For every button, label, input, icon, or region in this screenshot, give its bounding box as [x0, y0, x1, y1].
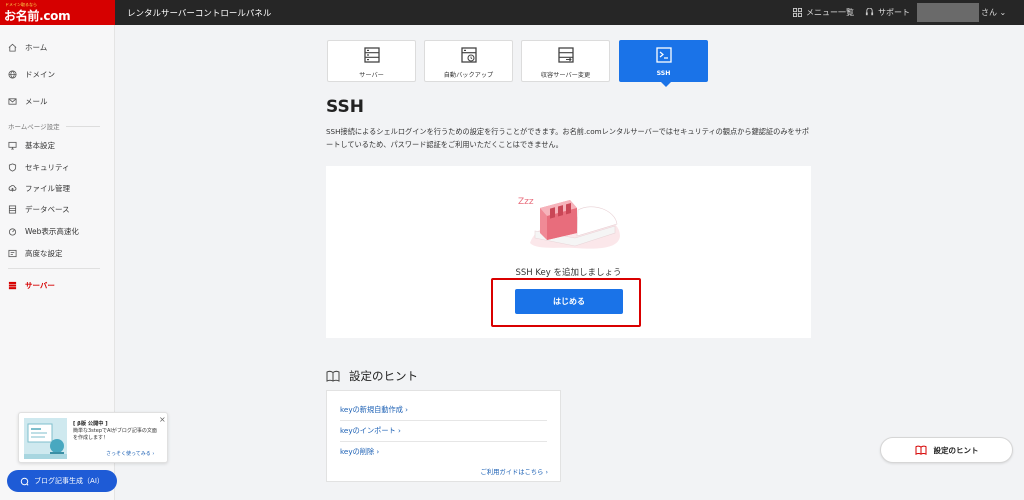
server-change-icon [557, 47, 574, 63]
user-suffix: さん [981, 8, 997, 17]
close-icon[interactable]: × [159, 415, 166, 424]
hint-link-auto-create[interactable]: keyの新規自動作成 › [340, 405, 408, 415]
sidebar-item-database[interactable]: データベース [0, 199, 115, 219]
sidebar-item-file-manager[interactable]: ファイル管理 [0, 178, 115, 198]
mail-icon [8, 97, 17, 105]
hints-heading: 設定のヒント [326, 368, 418, 384]
sidebar-item-basic-settings[interactable]: 基本設定 [0, 135, 115, 155]
ai-blog-generate-button[interactable]: ブログ記事生成（AI） [7, 470, 117, 492]
hint-divider [340, 420, 547, 421]
logo-text: お名前.com [4, 9, 71, 23]
sidebar-item-server[interactable]: サーバー [0, 275, 115, 295]
hint-link-delete[interactable]: keyの削除 › [340, 447, 379, 457]
sidebar-item-label: ホーム [25, 42, 48, 52]
support-button[interactable]: サポート [865, 7, 910, 18]
menu-list-button[interactable]: メニュー一覧 [793, 7, 854, 18]
usage-guide-link[interactable]: ご利用ガイドはこちら › [481, 467, 549, 476]
backup-icon [460, 47, 477, 63]
promo-illustration [24, 418, 67, 459]
sidebar-item-advanced[interactable]: 高度な設定 [0, 243, 115, 263]
tab-label: 自動バックアップ [443, 72, 494, 79]
book-icon [915, 445, 926, 455]
tab-server-change[interactable]: 収容サーバー変更 [521, 40, 610, 82]
app-title: レンタルサーバーコントロールパネル [127, 9, 272, 19]
globe-icon [8, 69, 17, 79]
support-label: サポート [878, 8, 910, 17]
ai-button-label: ブログ記事生成（AI） [34, 477, 104, 485]
user-name-redacted[interactable] [917, 3, 979, 22]
sidebar-divider [8, 268, 100, 269]
user-menu[interactable]: さん ⌄ [981, 7, 1006, 18]
promo-text: 簡単な3stepでAIがブログ記事の文面を作成します！ [73, 428, 157, 441]
advanced-icon [8, 249, 17, 257]
promo-image [24, 418, 67, 459]
hints-card: keyの新規自動作成 › keyのインポート › keyの削除 › ご利用ガイド… [326, 390, 561, 482]
tab-server[interactable]: サーバー [327, 40, 416, 82]
hint-divider [340, 441, 547, 442]
sidebar-divider [66, 126, 100, 127]
sidebar-item-web-speed[interactable]: Web表示高速化 [0, 221, 115, 241]
active-tab-indicator [660, 81, 672, 87]
shield-icon [8, 162, 17, 172]
sidebar-item-label: メール [25, 96, 48, 106]
tab-auto-backup[interactable]: 自動バックアップ [424, 40, 513, 82]
sidebar-item-label: ドメイン [25, 69, 55, 79]
tab-label: サーバー [359, 72, 384, 79]
tab-ssh[interactable]: SSH [619, 40, 708, 82]
monitor-icon [8, 141, 17, 150]
floating-hint-label: 設定のヒント [933, 445, 979, 455]
support-icon [865, 8, 874, 16]
chat-icon [20, 477, 29, 486]
chevron-down-icon: ⌄ [999, 8, 1007, 17]
sidebar-item-domain[interactable]: ドメイン [0, 64, 115, 84]
upload-icon [8, 184, 17, 192]
server-icon [363, 47, 380, 63]
onamae-logo[interactable]: ドメイン取るなら お名前.com [0, 0, 115, 25]
grid-icon [793, 8, 802, 17]
book-icon [326, 370, 340, 382]
sidebar-item-label: セキュリティ [25, 162, 70, 172]
speed-icon [8, 227, 17, 236]
server-icon [8, 281, 17, 289]
sleeping-server-illustration: Zzz [518, 197, 620, 249]
page-description: SSH接続によるシェルログインを行うための設定を行うことができます。お名前.co… [326, 127, 810, 149]
tab-label: SSH [656, 70, 671, 77]
sidebar-item-mail[interactable]: メール [0, 91, 115, 111]
sidebar-item-label: データベース [25, 204, 70, 214]
sidebar-item-security[interactable]: セキュリティ [0, 157, 115, 177]
sidebar-item-label: Web表示高速化 [25, 226, 79, 236]
sidebar-item-label: サーバー [25, 280, 55, 290]
highlight-frame [491, 278, 641, 327]
sidebar-item-label: 基本設定 [25, 140, 55, 150]
promo-try-link[interactable]: さっそく使ってみる › [106, 450, 154, 457]
terminal-icon [655, 47, 672, 63]
database-icon [8, 204, 17, 214]
ssh-empty-message: SSH Key を追加しましょう [515, 268, 622, 278]
sidebar-item-home[interactable]: ホーム [0, 37, 115, 57]
top-header: ドメイン取るなら お名前.com レンタルサーバーコントロールパネル メニュー一… [0, 0, 1024, 25]
tab-label: 収容サーバー変更 [540, 72, 591, 79]
ai-promo-popup: [ β版 公開中 ] 簡単な3stepでAIがブログ記事の文面を作成します！ さ… [18, 412, 168, 463]
promo-title: [ β版 公開中 ] [73, 421, 108, 427]
page-title: SSH [326, 97, 364, 117]
sidebar-item-label: 高度な設定 [25, 248, 63, 258]
hint-link-import[interactable]: keyのインポート › [340, 426, 401, 436]
floating-hint-button[interactable]: 設定のヒント [880, 437, 1013, 463]
zzz-label: Zzz [518, 197, 534, 207]
sidebar-item-label: ファイル管理 [25, 183, 70, 193]
hints-title: 設定のヒント [349, 369, 418, 383]
menu-list-label: メニュー一覧 [806, 8, 854, 17]
sidebar-section-label: ホームページ設定 [8, 123, 60, 131]
home-icon [8, 43, 17, 52]
